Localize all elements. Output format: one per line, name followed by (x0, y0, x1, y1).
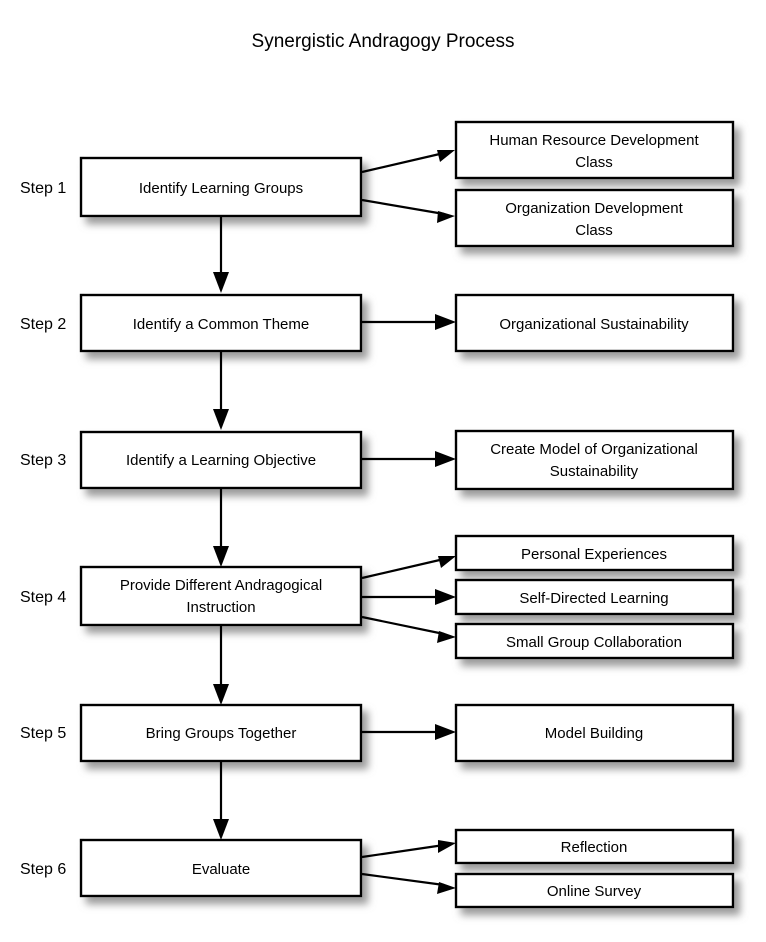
output-box-5-0-label: Model Building (545, 725, 643, 742)
step-label-1: Step 1 (20, 180, 66, 197)
output-box-4-0-label: Personal Experiences (521, 546, 667, 563)
process-box-4-line1: Provide Different Andragogical (120, 577, 322, 594)
process-box-1[interactable]: Identify Learning Groups (79, 156, 363, 218)
flowchart-diagram: Synergistic Andragogy Process Step 1 Ide… (0, 0, 766, 942)
process-box-6-label: Evaluate (192, 861, 250, 878)
output-box-1-1-line2: Class (575, 222, 613, 239)
page-title: Synergistic Andragogy Process (252, 31, 515, 52)
output-box-4-0[interactable]: Personal Experiences (454, 534, 735, 572)
process-box-2[interactable]: Identify a Common Theme (79, 293, 363, 353)
output-box-3-0-line2: Sustainability (550, 463, 639, 480)
output-box-4-1[interactable]: Self-Directed Learning (454, 578, 735, 616)
step-label-3: Step 3 (20, 452, 66, 469)
output-box-6-0[interactable]: Reflection (454, 828, 735, 865)
process-box-1-label: Identify Learning Groups (139, 180, 303, 197)
process-box-4-line2: Instruction (186, 599, 255, 616)
output-box-4-2[interactable]: Small Group Collaboration (454, 622, 735, 660)
output-box-1-1-line1: Organization Development (505, 200, 683, 217)
step-label-4: Step 4 (20, 589, 66, 606)
output-box-4-2-label: Small Group Collaboration (506, 634, 682, 651)
process-box-6[interactable]: Evaluate (79, 838, 363, 898)
process-box-5[interactable]: Bring Groups Together (79, 703, 363, 763)
process-box-4[interactable]: Provide Different Andragogical Instructi… (79, 565, 363, 627)
process-box-3-label: Identify a Learning Objective (126, 452, 316, 469)
output-box-1-1[interactable]: Organization Development Class (454, 188, 735, 248)
step-label-5: Step 5 (20, 725, 66, 742)
output-box-6-0-label: Reflection (561, 839, 628, 856)
output-box-2-0[interactable]: Organizational Sustainability (454, 293, 735, 353)
output-box-5-0[interactable]: Model Building (454, 703, 735, 763)
output-box-1-0-line1: Human Resource Development (489, 132, 699, 149)
output-box-1-0[interactable]: Human Resource Development Class (454, 120, 735, 180)
output-box-1-0-line2: Class (575, 154, 613, 171)
output-box-6-1[interactable]: Online Survey (454, 872, 735, 909)
step-label-6: Step 6 (20, 861, 66, 878)
process-box-3[interactable]: Identify a Learning Objective (79, 430, 363, 490)
output-box-3-0[interactable]: Create Model of Organizational Sustainab… (454, 429, 735, 491)
output-box-3-0-line1: Create Model of Organizational (490, 441, 698, 458)
process-box-2-label: Identify a Common Theme (133, 316, 309, 333)
output-box-2-0-label: Organizational Sustainability (499, 316, 689, 333)
output-box-4-1-label: Self-Directed Learning (519, 590, 668, 607)
process-box-5-label: Bring Groups Together (146, 725, 297, 742)
output-box-6-1-label: Online Survey (547, 883, 642, 900)
step-label-2: Step 2 (20, 316, 66, 333)
